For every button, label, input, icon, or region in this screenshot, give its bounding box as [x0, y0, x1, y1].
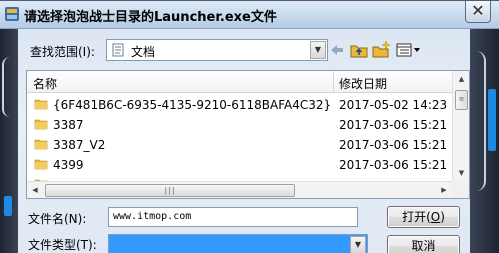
app-icon — [5, 7, 19, 21]
vertical-scroll-thumb[interactable]: ≡ — [455, 90, 468, 110]
open-button-label: 打开( — [402, 210, 431, 224]
file-list[interactable]: 名称 修改日期 {6F481B6C-6935-4135-9210-6118BAF… — [26, 70, 470, 199]
title-bar[interactable]: 请选择泡泡战士目录的Launcher.exe文件 — [0, 1, 499, 29]
list-item[interactable]: {6F481B6C-6935-4135-9210-6118BAFA4C32} 2… — [27, 95, 452, 115]
dialog-window: 请选择泡泡战士目录的Launcher.exe文件 ✕ 查找范围(I): 文档 ▼ — [0, 0, 499, 253]
scroll-left-icon[interactable]: ◀ — [27, 182, 43, 198]
open-button-label-end: ) — [440, 210, 445, 224]
up-folder-icon[interactable] — [348, 39, 370, 61]
file-date: 2017-03-06 15:21 — [339, 158, 448, 172]
chevron-down-icon[interactable]: ▼ — [310, 41, 326, 59]
folder-icon — [34, 119, 48, 130]
list-header: 名称 修改日期 — [27, 71, 452, 93]
scroll-up-icon[interactable]: ▲ — [453, 71, 469, 87]
file-date: 2017-03-06 15:21 — [339, 138, 448, 152]
scroll-down-icon[interactable]: ▼ — [453, 165, 469, 181]
file-date: 2017-03-06 15:21 — [339, 118, 448, 132]
scroll-right-icon[interactable]: ▶ — [436, 182, 452, 198]
view-menu-icon[interactable] — [394, 39, 422, 61]
scrollbar-corner — [452, 181, 469, 198]
file-name: 4399 — [53, 158, 84, 172]
column-header-name[interactable]: 名称 — [33, 75, 57, 92]
list-item[interactable]: 3387_V2 2017-03-06 15:21 — [27, 135, 452, 155]
folder-icon — [34, 139, 48, 150]
folder-icon — [34, 99, 48, 110]
vertical-scrollbar[interactable]: ▲ ≡ ▼ — [452, 71, 469, 181]
left-accent-decoration — [4, 196, 12, 216]
column-header-date[interactable]: 修改日期 — [339, 75, 387, 92]
filename-label: 文件名(N): — [28, 212, 87, 226]
close-icon: ✕ — [471, 1, 485, 20]
window-title: 请选择泡泡战士目录的Launcher.exe文件 — [24, 10, 277, 25]
file-name: {6F481B6C-6935-4135-9210-6118BAFA4C32} — [53, 98, 332, 112]
open-button-mnemonic: O — [430, 210, 441, 224]
filename-input[interactable]: www.itmop.com — [108, 207, 358, 227]
documents-icon — [112, 43, 124, 57]
open-button[interactable]: 打开(O) — [387, 206, 460, 228]
dialog-content: 查找范围(I): 文档 ▼ 名称 修改日期 {6F481B6C-6935-413… — [18, 29, 470, 253]
filetype-label: 文件类型(T): — [28, 238, 97, 252]
left-arc-decoration — [2, 57, 16, 117]
lookin-dropdown[interactable]: 文档 ▼ — [106, 39, 328, 61]
left-decoration — [0, 29, 18, 253]
horizontal-scroll-thumb[interactable]: ||| — [45, 184, 295, 197]
right-accent-decoration — [488, 89, 496, 151]
horizontal-scrollbar[interactable]: ◀ ||| ▶ — [27, 181, 452, 198]
list-item[interactable]: 3387 2017-03-06 15:21 — [27, 115, 452, 135]
chevron-down-icon[interactable]: ▼ — [350, 236, 366, 253]
new-folder-icon[interactable] — [370, 39, 392, 61]
file-name: 3387 — [53, 118, 84, 132]
column-divider[interactable] — [333, 71, 334, 93]
back-arrow-icon[interactable] — [326, 39, 348, 61]
right-arc-decoration — [472, 51, 486, 191]
list-item[interactable]: 4399 2017-03-06 15:21 — [27, 155, 452, 175]
folder-icon — [34, 159, 48, 170]
lookin-value: 文档 — [131, 45, 156, 59]
file-date: 2017-05-02 14:23 — [339, 98, 448, 112]
right-decoration — [470, 29, 499, 253]
close-button[interactable]: ✕ — [465, 1, 491, 23]
lookin-label: 查找范围(I): — [30, 45, 95, 59]
filetype-dropdown[interactable]: ▼ — [108, 234, 368, 253]
file-name: 3387_V2 — [53, 138, 106, 152]
cancel-button[interactable]: 取消 — [387, 235, 460, 253]
